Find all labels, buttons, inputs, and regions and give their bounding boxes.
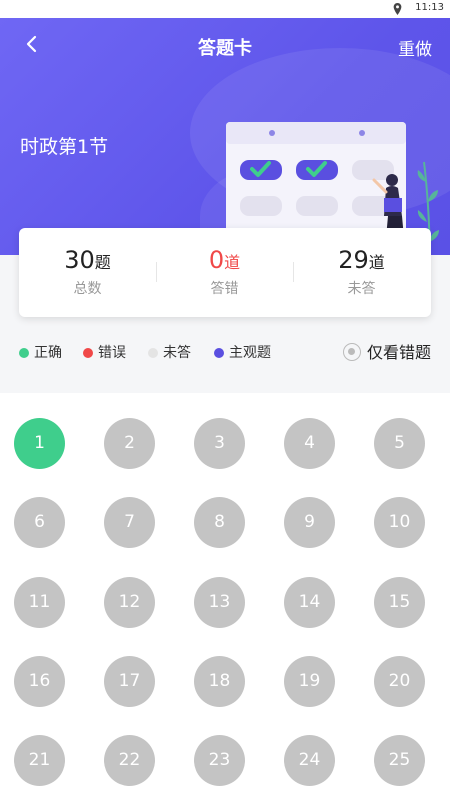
question-bubble[interactable]: 4 <box>284 418 335 469</box>
question-bubble[interactable]: 3 <box>194 418 245 469</box>
question-bubble[interactable]: 17 <box>104 656 155 707</box>
stat-total-unit: 题 <box>94 253 111 272</box>
legend-wrong: 错误 <box>83 343 126 363</box>
legend-dot-icon <box>148 348 158 358</box>
page-title: 答题卡 <box>198 38 252 59</box>
stat-unanswered-unit: 道 <box>368 253 385 272</box>
location-icon <box>393 3 402 15</box>
radio-icon[interactable] <box>342 343 361 361</box>
question-bubble[interactable]: 23 <box>194 735 245 786</box>
status-time: 11:13 <box>415 2 444 13</box>
stat-unanswered-label: 未答 <box>347 281 376 297</box>
question-bubble[interactable]: 1 <box>14 418 65 469</box>
header-banner: 答题卡 重做 时政第1节 <box>0 18 450 255</box>
question-bubble[interactable]: 19 <box>284 656 335 707</box>
question-grid: 1 2 3 4 5 6 7 8 9 10 11 12 13 14 15 16 17 18 19 20 21 22 23 24 2… <box>0 393 450 800</box>
wrong-only-label: 仅看错题 <box>366 343 431 362</box>
question-bubble[interactable]: 5 <box>374 418 425 469</box>
legend-dot-icon <box>83 348 93 358</box>
question-bubble[interactable]: 7 <box>104 497 155 548</box>
stat-unanswered: 29道 未答 <box>293 246 430 298</box>
question-bubble[interactable]: 2 <box>104 418 155 469</box>
question-bubble[interactable]: 18 <box>194 656 245 707</box>
stat-wrong: 0道 答错 <box>156 246 293 298</box>
section-title: 时政第1节 <box>20 136 109 158</box>
question-bubble[interactable]: 14 <box>284 577 335 628</box>
question-bubble[interactable]: 15 <box>374 577 425 628</box>
legend-dot-icon <box>19 348 29 358</box>
stat-total: 30题 总数 <box>19 246 156 298</box>
question-bubble[interactable]: 20 <box>374 656 425 707</box>
status-bar: 11:13 <box>0 0 450 18</box>
question-bubble[interactable]: 24 <box>284 735 335 786</box>
stat-total-value: 30 <box>64 246 95 274</box>
question-bubble[interactable]: 8 <box>194 497 245 548</box>
question-bubble[interactable]: 22 <box>104 735 155 786</box>
question-bubble[interactable]: 11 <box>14 577 65 628</box>
question-bubble[interactable]: 6 <box>14 497 65 548</box>
redo-button[interactable]: 重做 <box>398 35 432 60</box>
legend-subjective: 主观题 <box>214 343 271 363</box>
status-legend: 正确 错误 未答 主观题 仅看错题 <box>19 343 431 365</box>
stat-wrong-value: 0 <box>208 246 225 274</box>
legend-correct: 正确 <box>19 343 62 363</box>
question-bubble[interactable]: 25 <box>374 735 425 786</box>
stat-wrong-label: 答错 <box>210 281 239 297</box>
stats-card: 30题 总数 0道 答错 29道 未答 <box>19 228 431 317</box>
stat-wrong-unit: 道 <box>224 253 241 272</box>
question-bubble[interactable]: 21 <box>14 735 65 786</box>
question-bubble[interactable]: 16 <box>14 656 65 707</box>
question-bubble[interactable]: 10 <box>374 497 425 548</box>
question-bubble[interactable]: 12 <box>104 577 155 628</box>
question-bubble[interactable]: 9 <box>284 497 335 548</box>
stat-unanswered-value: 29 <box>338 246 369 274</box>
legend-dot-icon <box>214 348 224 358</box>
question-bubble[interactable]: 13 <box>194 577 245 628</box>
stat-total-label: 总数 <box>73 281 102 297</box>
wrong-only-toggle[interactable]: 仅看错题 <box>342 342 431 364</box>
legend-unanswered: 未答 <box>148 343 191 363</box>
